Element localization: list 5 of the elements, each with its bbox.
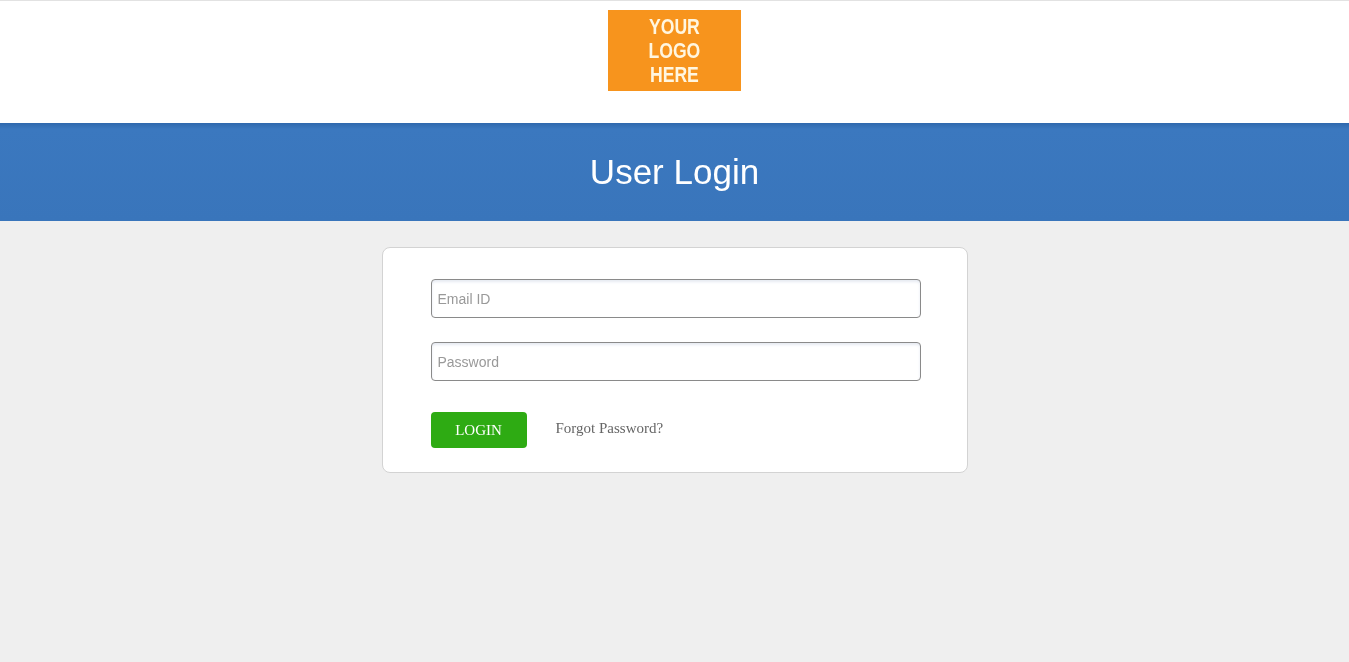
page-title: User Login <box>589 152 760 192</box>
logo-text: YOUR LOGO HERE <box>648 14 701 87</box>
password-field[interactable]: Password <box>430 342 921 381</box>
forgot-password-link[interactable]: Forgot Password? <box>555 419 664 437</box>
email-field[interactable]: Email ID <box>430 279 921 318</box>
